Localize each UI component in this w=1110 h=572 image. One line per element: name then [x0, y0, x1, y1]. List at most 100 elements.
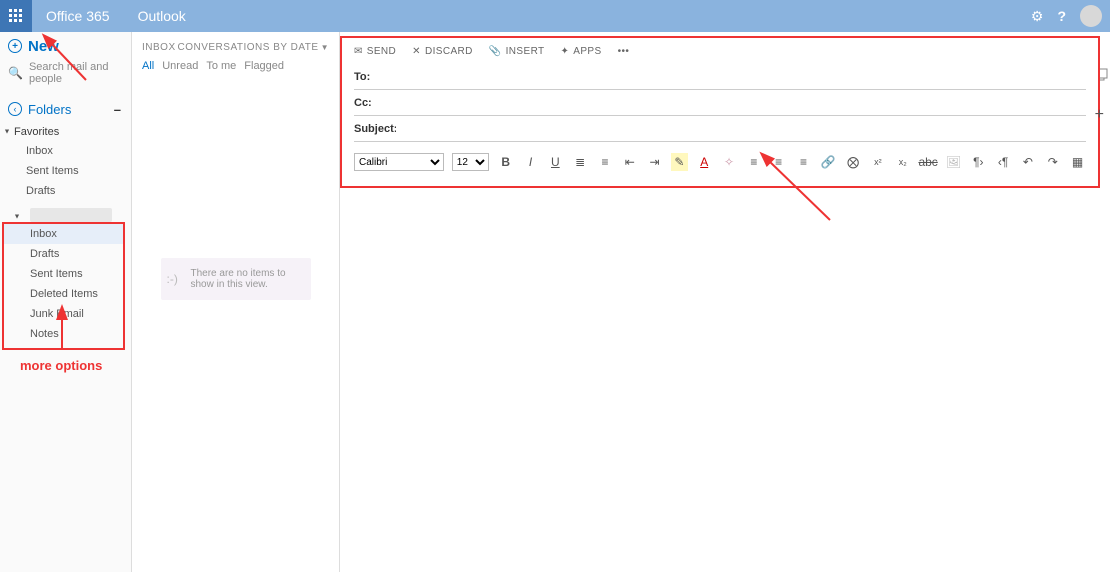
to-input[interactable] — [396, 70, 1086, 84]
compose-box: ✉SEND ✕DISCARD 📎INSERT ✦APPS ••• To: + C… — [340, 36, 1100, 188]
plus-icon: + — [8, 39, 22, 53]
subscript-button[interactable]: x₂ — [894, 153, 911, 171]
compose-panel: ✉SEND ✕DISCARD 📎INSERT ✦APPS ••• To: + C… — [340, 32, 1100, 572]
chevron-down-icon: ▼ — [321, 43, 329, 52]
filter-all[interactable]: All — [142, 60, 154, 72]
align-right-button[interactable]: ≡ — [795, 153, 812, 171]
folder-title: INBOX — [142, 42, 176, 53]
chevron-down-icon: ◄ — [14, 213, 21, 220]
search-input[interactable]: 🔍 Search mail and people — [0, 60, 131, 86]
cc-label: Cc: — [354, 97, 396, 109]
account-name-placeholder — [30, 208, 112, 222]
redo-button[interactable]: ↷ — [1044, 153, 1061, 171]
filter-tome[interactable]: To me — [206, 60, 236, 72]
outdent-button[interactable]: ⇤ — [621, 153, 638, 171]
app-header: Office 365 Outlook ⚙ ? — [0, 0, 1110, 32]
subject-input[interactable] — [396, 122, 1086, 136]
sort-label: CONVERSATIONS BY DATE — [177, 42, 318, 53]
filter-row: All Unread To me Flagged — [132, 56, 339, 78]
indent-button[interactable]: ⇥ — [646, 153, 663, 171]
sidebar-item-fav-sent[interactable]: Sent Items — [0, 161, 131, 181]
collapse-icon[interactable]: – — [114, 102, 121, 117]
gear-icon[interactable]: ⚙ — [1031, 8, 1044, 25]
rtl-button[interactable]: ‹¶ — [995, 153, 1012, 171]
undo-button[interactable]: ↶ — [1020, 153, 1037, 171]
sidebar-item-junk[interactable]: Junk Email — [4, 304, 123, 324]
add-recipient-button[interactable]: + — [1095, 106, 1104, 124]
sort-button[interactable]: CONVERSATIONS BY DATE ▼ — [177, 42, 329, 53]
apps-label: APPS — [573, 46, 601, 57]
sidebar-item-deleted[interactable]: Deleted Items — [4, 284, 123, 304]
sidebar-item-fav-inbox[interactable]: Inbox — [0, 141, 131, 161]
chevron-left-icon: ‹ — [8, 102, 22, 116]
unlink-button[interactable]: ⨂ — [845, 153, 862, 171]
to-field-row: To: — [354, 64, 1086, 90]
search-icon: 🔍 — [8, 66, 23, 80]
bold-button[interactable]: B — [497, 153, 514, 171]
help-icon[interactable]: ? — [1057, 8, 1066, 24]
app-launcher-button[interactable] — [0, 0, 32, 32]
attachment-icon: 📎 — [489, 46, 502, 57]
highlight-button[interactable]: ✎ — [671, 153, 688, 171]
discard-label: DISCARD — [425, 46, 473, 57]
cc-field-row: Cc: — [354, 90, 1086, 116]
more-button[interactable]: ••• — [618, 46, 630, 57]
sidebar-item-drafts[interactable]: Drafts — [4, 244, 123, 264]
send-label: SEND — [367, 46, 396, 57]
send-button[interactable]: ✉ SEND — [354, 46, 396, 57]
subject-field-row: Subject: — [354, 116, 1086, 142]
account-folder-list: Inbox Drafts Sent Items Deleted Items Ju… — [2, 222, 125, 350]
brand-title[interactable]: Office 365 — [32, 0, 124, 32]
filter-unread[interactable]: Unread — [162, 60, 198, 72]
apps-button[interactable]: ✦APPS — [561, 46, 602, 57]
table-button[interactable]: ▦ — [1069, 153, 1086, 171]
font-size-select[interactable]: 12 — [452, 153, 490, 171]
italic-button[interactable]: I — [522, 153, 539, 171]
sidebar-item-inbox[interactable]: Inbox — [4, 224, 123, 244]
font-name-select[interactable]: Calibri — [354, 153, 444, 171]
insert-label: INSERT — [506, 46, 545, 57]
sidebar-item-fav-drafts[interactable]: Drafts — [0, 181, 131, 201]
empty-state: :-) There are no items to show in this v… — [161, 258, 311, 300]
font-color-button[interactable]: A — [696, 153, 713, 171]
account-node[interactable]: ◄ — [0, 207, 131, 222]
subject-label: Subject: — [354, 123, 396, 135]
filter-flagged[interactable]: Flagged — [244, 60, 284, 72]
superscript-button[interactable]: x² — [869, 153, 886, 171]
clear-format-button[interactable]: ✧ — [721, 153, 738, 171]
new-label: New — [28, 38, 59, 55]
grid-icon — [9, 9, 23, 23]
sidebar: + New 🔍 Search mail and people ‹ Folders… — [0, 32, 132, 572]
bullet-list-button[interactable]: ≣ — [572, 153, 589, 171]
annotation-more-options: more options — [0, 350, 131, 373]
avatar[interactable] — [1080, 5, 1102, 27]
format-toolbar: Calibri 12 B I U ≣ ≡ ⇤ ⇥ ✎ A ✧ ≡ ≡ ≡ 🔗 ⨂… — [354, 148, 1086, 176]
smiley-icon: :-) — [167, 272, 178, 286]
align-left-button[interactable]: ≡ — [745, 153, 762, 171]
folders-label: Folders — [28, 102, 71, 117]
apps-icon: ✦ — [561, 46, 570, 57]
ltr-button[interactable]: ¶› — [970, 153, 987, 171]
empty-text: There are no items to show in this view. — [191, 268, 286, 290]
app-title[interactable]: Outlook — [124, 0, 200, 32]
image-button[interactable]: 🖼 — [945, 153, 962, 171]
close-icon: ✕ — [412, 46, 421, 57]
cc-input[interactable] — [396, 96, 1086, 110]
sidebar-item-notes[interactable]: Notes — [4, 324, 123, 344]
discard-button[interactable]: ✕ DISCARD — [412, 46, 473, 57]
ellipsis-icon: ••• — [618, 46, 630, 57]
to-label: To: — [354, 71, 396, 83]
new-button[interactable]: + New — [0, 32, 131, 60]
align-center-button[interactable]: ≡ — [770, 153, 787, 171]
number-list-button[interactable]: ≡ — [597, 153, 614, 171]
link-button[interactable]: 🔗 — [820, 153, 837, 171]
send-icon: ✉ — [354, 46, 363, 57]
strike-button[interactable]: abc — [919, 153, 937, 171]
folders-header[interactable]: ‹ Folders – — [0, 96, 131, 122]
underline-button[interactable]: U — [547, 153, 564, 171]
message-list-panel: INBOX CONVERSATIONS BY DATE ▼ All Unread… — [132, 32, 340, 572]
insert-button[interactable]: 📎 INSERT — [489, 46, 545, 57]
search-placeholder: Search mail and people — [29, 61, 123, 85]
favorites-label[interactable]: Favorites — [0, 122, 131, 141]
sidebar-item-sent[interactable]: Sent Items — [4, 264, 123, 284]
